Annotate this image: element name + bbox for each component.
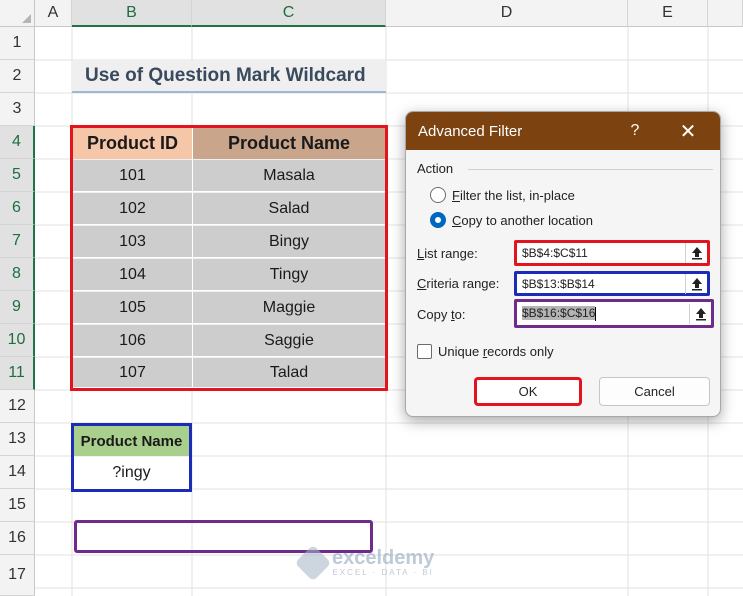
- criteria-range-label: Criteria range:: [417, 276, 500, 291]
- row-header-12[interactable]: 12: [0, 390, 35, 423]
- row-header-7[interactable]: 7: [0, 225, 35, 258]
- radio-button-unselected-icon[interactable]: [430, 187, 446, 203]
- unique-records-checkbox[interactable]: Unique records only: [417, 344, 554, 359]
- row-header-5[interactable]: 5: [0, 159, 35, 192]
- radio-button-selected-icon[interactable]: [430, 212, 446, 228]
- row-header-8[interactable]: 8: [0, 258, 35, 291]
- cancel-button[interactable]: Cancel: [599, 377, 710, 406]
- criteria-range-value[interactable]: $B$13:$B$14: [517, 277, 685, 291]
- column-header-e[interactable]: E: [628, 0, 708, 27]
- cell-product-id[interactable]: 105: [73, 292, 192, 324]
- column-header-d[interactable]: D: [386, 0, 628, 27]
- cell-product-name[interactable]: Talad: [193, 358, 385, 388]
- header-product-id[interactable]: Product ID: [73, 128, 192, 159]
- product-table: Product ID Product Name 101 Masala 102 S…: [70, 125, 388, 391]
- action-group-divider: [468, 169, 713, 170]
- action-group-label: Action: [417, 161, 454, 176]
- criteria-header[interactable]: Product Name: [74, 426, 189, 456]
- copy-to-input[interactable]: $B$16:$C$16: [514, 299, 714, 328]
- row-header-11[interactable]: 11: [0, 357, 35, 390]
- cell-product-name[interactable]: Masala: [193, 160, 385, 192]
- column-header-b[interactable]: B: [72, 0, 192, 27]
- watermark-name: exceldemy: [332, 547, 435, 569]
- collapse-dialog-icon[interactable]: [689, 303, 711, 324]
- exceldemy-logo-icon: [294, 544, 332, 581]
- cell-product-name[interactable]: Bingy: [193, 226, 385, 258]
- row-header-1[interactable]: 1: [0, 27, 35, 60]
- row-header-3[interactable]: 3: [0, 93, 35, 126]
- collapse-dialog-icon[interactable]: [685, 243, 707, 263]
- dialog-title: Advanced Filter: [406, 112, 720, 150]
- sheet-title[interactable]: Use of Question Mark Wildcard: [72, 60, 386, 93]
- select-all-corner[interactable]: [0, 0, 35, 27]
- collapse-dialog-icon[interactable]: [685, 273, 707, 294]
- row-header-9[interactable]: 9: [0, 291, 35, 324]
- list-range-input[interactable]: $B$4:$C$11: [514, 240, 710, 266]
- row-header-6[interactable]: 6: [0, 192, 35, 225]
- radio-filter-in-place-label: Filter the list, in-place: [452, 187, 575, 203]
- cell-product-id[interactable]: 101: [73, 160, 192, 192]
- criteria-value[interactable]: ?ingy: [74, 457, 189, 489]
- row-header-10[interactable]: 10: [0, 324, 35, 357]
- cell-product-id[interactable]: 103: [73, 226, 192, 258]
- cell-product-id[interactable]: 106: [73, 325, 192, 357]
- list-range-label: List range:: [417, 246, 478, 261]
- row-header-17[interactable]: 17: [0, 555, 35, 596]
- row-header-16[interactable]: 16: [0, 522, 35, 555]
- cell-product-id[interactable]: 104: [73, 259, 192, 291]
- row-header-2[interactable]: 2: [0, 60, 35, 93]
- cell-product-name[interactable]: Maggie: [193, 292, 385, 324]
- radio-copy-to-location-label: Copy to another location: [452, 212, 593, 228]
- close-icon[interactable]: ✕: [676, 120, 700, 143]
- list-range-value[interactable]: $B$4:$C$11: [517, 246, 685, 260]
- criteria-range-input[interactable]: $B$13:$B$14: [514, 271, 710, 296]
- ok-button[interactable]: OK: [474, 377, 582, 406]
- column-header-a[interactable]: A: [35, 0, 72, 27]
- unique-records-label: Unique records only: [438, 344, 554, 359]
- row-header-13[interactable]: 13: [0, 423, 35, 456]
- exceldemy-watermark: exceldemy EXCEL · DATA · BI: [294, 544, 435, 581]
- copy-to-label: Copy to:: [417, 307, 466, 322]
- cell-product-name[interactable]: Tingy: [193, 259, 385, 291]
- row-header-14[interactable]: 14: [0, 456, 35, 489]
- cell-product-name[interactable]: Saggie: [193, 325, 385, 357]
- help-icon[interactable]: ?: [624, 120, 646, 142]
- watermark-tagline: EXCEL · DATA · BI: [332, 568, 434, 577]
- checkbox-unchecked-icon[interactable]: [417, 344, 432, 359]
- cell-product-id[interactable]: 102: [73, 193, 192, 225]
- cell-product-id[interactable]: 107: [73, 358, 192, 388]
- criteria-table: Product Name ?ingy: [71, 423, 192, 492]
- cell-product-name[interactable]: Salad: [193, 193, 385, 225]
- column-divider: [192, 128, 193, 388]
- column-header-f[interactable]: [708, 0, 743, 27]
- header-product-name[interactable]: Product Name: [193, 128, 385, 159]
- radio-copy-to-location[interactable]: Copy to another location: [430, 212, 593, 228]
- row-header-4[interactable]: 4: [0, 126, 35, 159]
- radio-filter-in-place[interactable]: Filter the list, in-place: [430, 187, 575, 203]
- copy-to-value[interactable]: $B$16:$C$16: [517, 306, 689, 321]
- row-header-15[interactable]: 15: [0, 489, 35, 522]
- advanced-filter-dialog: Advanced Filter ? ✕ Action Filter the li…: [405, 111, 721, 417]
- column-header-c[interactable]: C: [192, 0, 386, 27]
